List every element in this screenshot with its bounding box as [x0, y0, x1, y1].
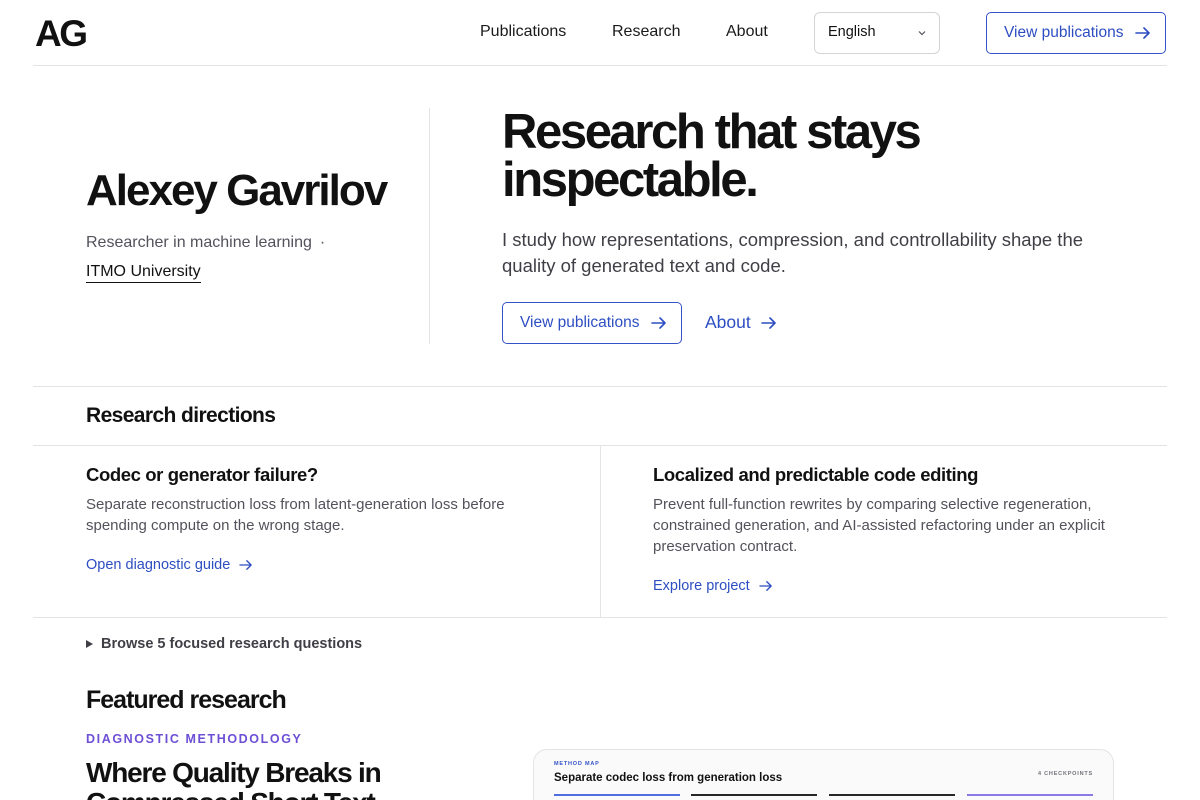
- author-role: Researcher in machine learning ·: [86, 234, 325, 252]
- checkpoint-bar: [691, 794, 817, 796]
- column-divider: [600, 446, 601, 617]
- arrow-right-icon: [759, 581, 772, 591]
- author-name: Alexey Gavrilov: [86, 166, 388, 215]
- direction-card-link-label: Open diagnostic guide: [86, 557, 231, 573]
- method-map-title: Separate codec loss from generation loss: [554, 772, 783, 784]
- arrow-right-icon: [1135, 27, 1151, 39]
- direction-card-body: Separate reconstruction loss from latent…: [86, 496, 505, 534]
- browse-questions-toggle[interactable]: Browse 5 focused research questions: [86, 636, 362, 652]
- direction-card-body: Prevent full-function rewrites by compar…: [653, 496, 1105, 555]
- header-view-publications-button[interactable]: View publications: [986, 12, 1166, 54]
- hero-cta-label: View publications: [520, 314, 640, 331]
- method-map-card: METHOD MAP Separate codec loss from gene…: [533, 749, 1114, 800]
- method-map-eyebrow: METHOD MAP: [554, 761, 600, 767]
- arrow-right-icon: [651, 317, 667, 329]
- featured-title-link[interactable]: Where Quality Breaks in Compressed Short…: [86, 758, 446, 800]
- hero-divider: [429, 108, 430, 344]
- open-diagnostic-guide-link[interactable]: Open diagnostic guide: [86, 557, 253, 573]
- nav-about[interactable]: About: [726, 23, 768, 41]
- language-select[interactable]: English: [814, 12, 940, 54]
- role-separator: ·: [319, 234, 326, 251]
- explore-project-link[interactable]: Explore project: [653, 578, 773, 594]
- hero-lede: I study how representations, compression…: [502, 229, 1084, 276]
- logo[interactable]: AG: [35, 13, 88, 55]
- nav-research[interactable]: Research: [612, 23, 680, 41]
- language-select-value: English: [828, 24, 876, 40]
- nav-publications[interactable]: Publications: [480, 23, 566, 41]
- featured-eyebrow: DIAGNOSTIC METHODOLOGY: [86, 732, 303, 746]
- university-link[interactable]: ITMO University: [86, 263, 201, 283]
- site-header: AG Publications Research About English V…: [33, 0, 1167, 66]
- disclosure-triangle-icon: [86, 640, 93, 648]
- section-divider: [33, 617, 1167, 618]
- checkpoint-bar: [554, 794, 680, 796]
- direction-card-title: Localized and predictable code editing: [653, 464, 979, 485]
- checkpoint-bar: [967, 794, 1093, 796]
- hero-about-link[interactable]: About: [705, 312, 777, 333]
- featured-research-heading: Featured research: [86, 686, 287, 714]
- method-map-count: 4 CHECKPOINTS: [1037, 771, 1093, 777]
- section-divider: [33, 386, 1167, 387]
- checkpoint-bar: [829, 794, 955, 796]
- hero-about-label: About: [705, 312, 751, 332]
- hero-headline: Research that stays inspectable.: [502, 105, 922, 207]
- browse-questions-label: Browse 5 focused research questions: [101, 636, 363, 652]
- chevron-down-icon: [918, 31, 926, 36]
- direction-card-link-label: Explore project: [653, 578, 750, 594]
- author-role-text: Researcher in machine learning: [86, 234, 312, 251]
- hero-view-publications-button[interactable]: View publications: [502, 302, 682, 344]
- research-directions-heading: Research directions: [86, 404, 276, 427]
- arrow-right-icon: [239, 560, 253, 570]
- arrow-right-icon: [760, 316, 776, 329]
- header-cta-label: View publications: [1004, 24, 1124, 41]
- direction-card-title: Codec or generator failure?: [86, 464, 318, 485]
